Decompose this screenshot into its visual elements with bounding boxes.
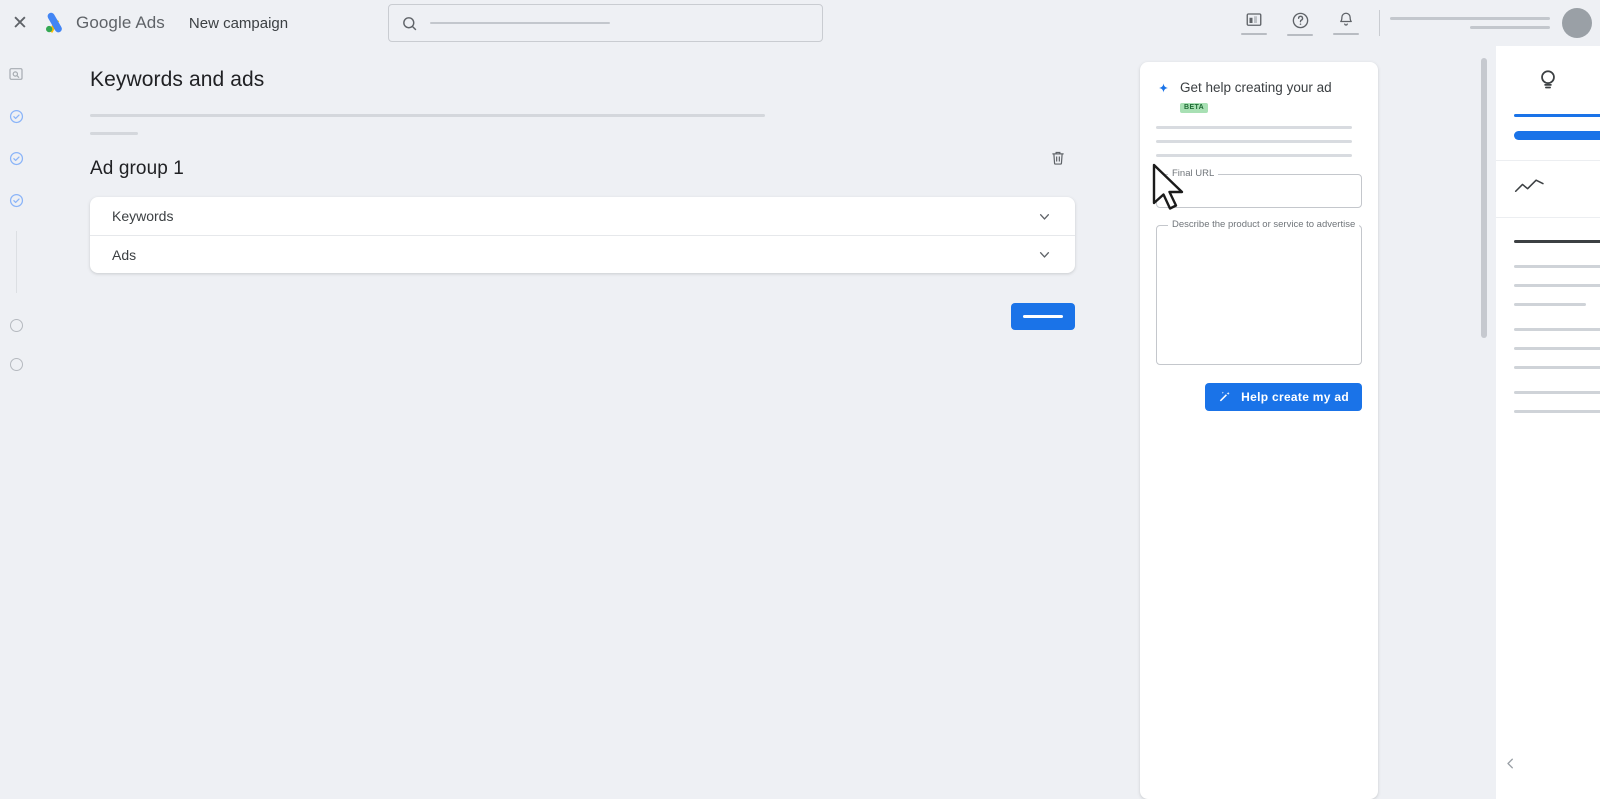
help-icon: [1292, 12, 1308, 28]
account-line-secondary: [1470, 26, 1550, 29]
page-context-label: New campaign: [188, 14, 289, 32]
chevron-down-icon[interactable]: [1036, 246, 1053, 263]
sidebar-step-complete-2[interactable]: [9, 151, 24, 171]
check-circle-icon: [9, 109, 23, 124]
chevron-down-icon[interactable]: [1036, 208, 1053, 225]
search-box[interactable]: [388, 4, 823, 42]
insight-line: [1514, 410, 1600, 413]
top-right-actions: [1231, 0, 1600, 46]
brand-text: Google Ads: [76, 13, 165, 33]
collapse-panel-button[interactable]: [1502, 755, 1519, 777]
insight-lines-group-1: [1496, 265, 1600, 306]
ad-group-header: Ad group 1: [90, 135, 1075, 180]
stepper-connector: [15, 231, 17, 293]
main-actions: [90, 303, 1075, 330]
check-circle-icon: [9, 193, 23, 208]
campaign-stepper-rail: [0, 46, 32, 799]
insights-header-icon[interactable]: [1496, 66, 1600, 94]
assist-redacted-copy: [1156, 126, 1362, 158]
panel-divider-2: [1496, 217, 1600, 218]
accordion-row-keywords[interactable]: Keywords: [90, 197, 1075, 235]
app-root: ✕ Google Ads New campaign Keywords and a…: [0, 0, 1600, 799]
account-info-redacted: [1390, 17, 1550, 29]
insight-line: [1514, 391, 1600, 394]
insight-primary-bar: [1514, 131, 1600, 140]
account-line-primary: [1390, 17, 1550, 20]
insight-line: [1514, 328, 1600, 331]
assist-cta-wrap: Help create my ad: [1156, 383, 1362, 412]
sidebar-item-goal[interactable]: [8, 66, 24, 87]
help-button[interactable]: [1277, 0, 1323, 46]
accordion-label: Ads: [112, 246, 137, 263]
accordion-row-ads[interactable]: Ads: [90, 235, 1075, 273]
insights-chart-icon-wrap[interactable]: [1496, 177, 1600, 197]
reports-button[interactable]: [1231, 0, 1277, 46]
main-content: Keywords and ads Ad group 1 Keywords Ads: [32, 46, 1140, 799]
delete-ad-group-button[interactable]: [1041, 141, 1075, 175]
assist-copy-line-3: [1156, 154, 1352, 158]
check-circle-icon: [9, 151, 23, 166]
page-scrollbar[interactable]: [1481, 58, 1487, 793]
reports-icon: [1246, 13, 1262, 26]
final-url-field[interactable]: Final URL: [1156, 168, 1362, 209]
insight-line: [1514, 366, 1600, 369]
redacted-button-label: [1023, 315, 1063, 318]
sidebar-step-complete-3[interactable]: [9, 193, 24, 213]
bell-icon: [1340, 12, 1352, 26]
top-divider: [1379, 10, 1380, 36]
sparkle-icon: [1159, 83, 1168, 93]
search-icon: [403, 16, 417, 30]
close-button[interactable]: ✕: [0, 0, 40, 46]
beta-badge: BETA: [1180, 102, 1209, 113]
assist-title: Get help creating your ad: [1180, 80, 1332, 95]
insight-section-heading-line: [1514, 240, 1600, 243]
accordion-label: Keywords: [112, 208, 174, 224]
scrollbar-thumb[interactable]: [1481, 58, 1487, 338]
assist-copy-line-1: [1156, 126, 1352, 130]
ad-group-title: Ad group 1: [90, 158, 184, 179]
ad-group-card: Keywords Ads: [90, 197, 1075, 273]
top-bar: ✕ Google Ads New campaign: [0, 0, 1600, 46]
help-create-my-ad-button[interactable]: Help create my ad: [1205, 383, 1362, 412]
sidebar-step-pending-2[interactable]: [9, 358, 23, 371]
description-field[interactable]: Describe the product or service to adver…: [1156, 219, 1362, 366]
search-input[interactable]: [430, 22, 610, 24]
google-ads-logo-icon: [46, 12, 62, 33]
insight-lines-group-3: [1496, 391, 1600, 413]
final-url-label: Final URL: [1168, 168, 1219, 180]
insight-line: [1514, 303, 1586, 306]
sidebar-step-complete-1[interactable]: [9, 109, 24, 129]
help-underline: [1287, 33, 1313, 36]
insight-line: [1514, 265, 1600, 268]
brand-primary: Google: [76, 13, 132, 32]
trash-icon: [1052, 151, 1064, 165]
ad-assist-panel: Get help creating your ad BETA Final URL…: [1140, 62, 1378, 799]
brand[interactable]: Google Ads: [42, 10, 165, 36]
goal-icon: [9, 68, 23, 80]
description-label: Describe the product or service to adver…: [1168, 219, 1360, 231]
sidebar-step-pending-1[interactable]: [9, 319, 23, 332]
panel-divider-1: [1496, 160, 1600, 161]
assist-header: Get help creating your ad BETA: [1156, 80, 1362, 114]
notifications-underline: [1333, 33, 1359, 35]
notifications-button[interactable]: [1323, 0, 1369, 46]
redacted-description-line: [90, 114, 765, 117]
chevron-left-icon: [1507, 758, 1513, 769]
trend-line-icon: [1514, 179, 1544, 193]
insight-line: [1514, 347, 1600, 350]
lightbulb-icon: [1541, 70, 1555, 89]
insight-highlight-line: [1514, 114, 1600, 117]
assist-copy-line-2: [1156, 140, 1352, 144]
insights-side-panel: [1496, 46, 1600, 799]
magic-wand-icon: [1219, 391, 1230, 402]
insight-lines-group-2: [1496, 328, 1600, 369]
page-title: Keywords and ads: [90, 68, 265, 91]
next-button[interactable]: [1011, 303, 1075, 330]
brand-secondary: Ads: [135, 13, 165, 32]
help-create-my-ad-label: Help create my ad: [1241, 390, 1349, 405]
avatar[interactable]: [1562, 8, 1592, 38]
insight-line: [1514, 284, 1600, 287]
reports-underline: [1241, 33, 1267, 35]
